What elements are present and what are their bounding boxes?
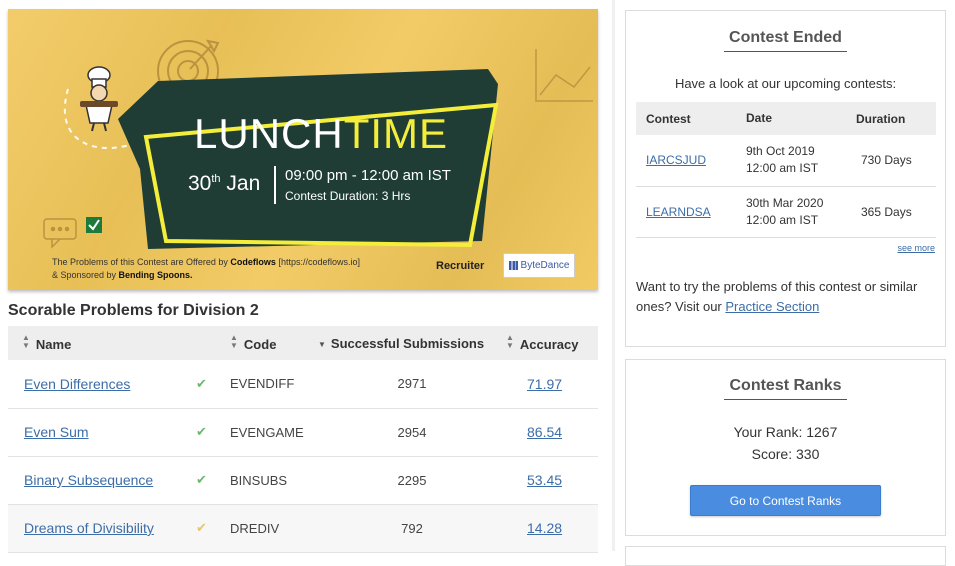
- problem-code: EVENDIFF: [230, 360, 318, 409]
- contest-link[interactable]: IARCSJUD: [646, 153, 706, 167]
- contest-duration: 730 Days: [856, 135, 936, 187]
- accuracy-link[interactable]: 71.97: [527, 376, 562, 392]
- section-title: Scorable Problems for Division 2: [8, 302, 259, 319]
- chef-icon: [80, 66, 118, 132]
- upcoming-note: Have a look at our upcoming contests:: [674, 76, 897, 91]
- contest-ended-title: Contest Ended: [626, 29, 945, 52]
- problem-link[interactable]: Binary Subsequence: [24, 472, 153, 488]
- check-icon: ✔: [196, 472, 207, 487]
- column-header-accuracy[interactable]: ▲ ▼ Accuracy: [506, 326, 598, 360]
- contest-date: 9th Oct 2019 12:00 am IST: [746, 135, 856, 187]
- table-row: IARCSJUD 9th Oct 2019 12:00 am IST 730 Da…: [636, 135, 936, 187]
- problem-submissions: 2954: [318, 408, 506, 457]
- contest-banner: LUNCHTIME 30th Jan 09:00 pm - 12:00 am I…: [8, 9, 598, 290]
- problem-code: EVENGAME: [230, 408, 318, 457]
- problem-link[interactable]: Even Sum: [24, 424, 89, 440]
- contest-ended-card: Contest Ended Have a look at our upcomin…: [625, 10, 946, 347]
- sort-icon: ▲ ▼: [506, 333, 514, 350]
- contests-header-row: Contest Date Duration: [636, 102, 936, 135]
- sort-icon: ▲ ▼: [230, 333, 238, 350]
- banner-credits-line1: The Problems of this Contest are Offered…: [52, 257, 360, 267]
- problem-link[interactable]: Even Differences: [24, 376, 130, 392]
- problem-link[interactable]: Dreams of Divisibility: [24, 520, 154, 536]
- banner-separator: [274, 166, 276, 204]
- chat-bubble-icon: [43, 218, 77, 249]
- table-row: LEARNDSA 30th Mar 2020 12:00 am IST 365 D…: [636, 186, 936, 238]
- contest-ranks-title: Contest Ranks: [626, 377, 945, 400]
- next-card: [625, 546, 946, 566]
- problem-submissions: 2295: [318, 456, 506, 505]
- column-header-contest: Contest: [636, 102, 746, 135]
- recruiter-logo: ByteDance: [503, 253, 575, 278]
- table-row: Even Sum ✔ EVENGAME 2954 86.54: [8, 408, 598, 457]
- check-icon: ✔: [196, 520, 207, 535]
- table-row: Binary Subsequence ✔ BINSUBS 2295 53.45: [8, 456, 598, 505]
- banner-title: LUNCHTIME: [194, 110, 449, 157]
- column-header-name[interactable]: ▲ ▼ Name: [8, 326, 196, 360]
- practice-note: Want to try the problems of this contest…: [636, 279, 918, 314]
- go-to-contest-ranks-button[interactable]: Go to Contest Ranks: [690, 485, 881, 516]
- column-header-submissions[interactable]: ▼ Successful Submissions: [318, 326, 506, 360]
- contest-link[interactable]: LEARNDSA: [646, 205, 711, 219]
- contest-date: 30th Mar 2020 12:00 am IST: [746, 186, 856, 238]
- table-row: Dreams of Divisibility ✔ DREDIV 792 14.2…: [8, 504, 598, 553]
- check-icon: ✔: [196, 424, 207, 439]
- column-divider: [612, 0, 615, 551]
- problem-submissions: 792: [318, 504, 506, 553]
- banner-duration: Contest Duration: 3 Hrs: [285, 189, 411, 203]
- recruiter-label: Recruiter: [436, 260, 485, 272]
- problems-table: ▲ ▼ Name ▲ ▼ Code ▼ Successful Submissions ▲ ▼…: [8, 326, 598, 553]
- accuracy-link[interactable]: 86.54: [527, 424, 562, 440]
- banner-date: 30th Jan: [188, 172, 261, 195]
- contest-duration: 365 Days: [856, 186, 936, 238]
- problem-code: DREDIV: [230, 504, 318, 553]
- column-header-status: [196, 326, 230, 360]
- upcoming-contests-table: Contest Date Duration IARCSJUD 9th Oct 2…: [636, 102, 936, 238]
- sort-icon: ▲ ▼: [22, 333, 30, 350]
- chart-doodle-icon: [535, 49, 593, 102]
- column-header-duration: Duration: [856, 102, 936, 135]
- banner-credits-line2: & Sponsored by Bending Spoons.: [52, 270, 193, 280]
- your-rank: Your Rank: 1267: [733, 424, 838, 440]
- check-icon: ✔: [196, 375, 207, 391]
- contest-ranks-card: Contest Ranks Your Rank: 1267 Score: 330…: [625, 359, 946, 536]
- accuracy-link[interactable]: 53.45: [527, 472, 562, 488]
- chalkboard-shape: [118, 69, 498, 249]
- banner-time: 09:00 pm - 12:00 am IST: [285, 167, 451, 184]
- problem-code: BINSUBS: [230, 456, 318, 505]
- problem-submissions: 2971: [318, 360, 506, 409]
- column-header-date: Date: [746, 102, 856, 135]
- table-row: Even Differences ✔ EVENDIFF 2971 71.97: [8, 360, 598, 409]
- your-score: Score: 330: [751, 446, 820, 462]
- practice-section-link[interactable]: Practice Section: [725, 299, 819, 314]
- problems-header-row: ▲ ▼ Name ▲ ▼ Code ▼ Successful Submissions ▲ ▼…: [8, 326, 598, 360]
- checkbox-doodle-icon: [86, 217, 102, 233]
- column-header-code[interactable]: ▲ ▼ Code: [230, 326, 318, 360]
- see-more-link[interactable]: see more: [897, 243, 935, 253]
- sort-down-icon: ▼: [318, 339, 326, 349]
- accuracy-link[interactable]: 14.28: [527, 520, 562, 536]
- bytedance-icon: [508, 261, 518, 270]
